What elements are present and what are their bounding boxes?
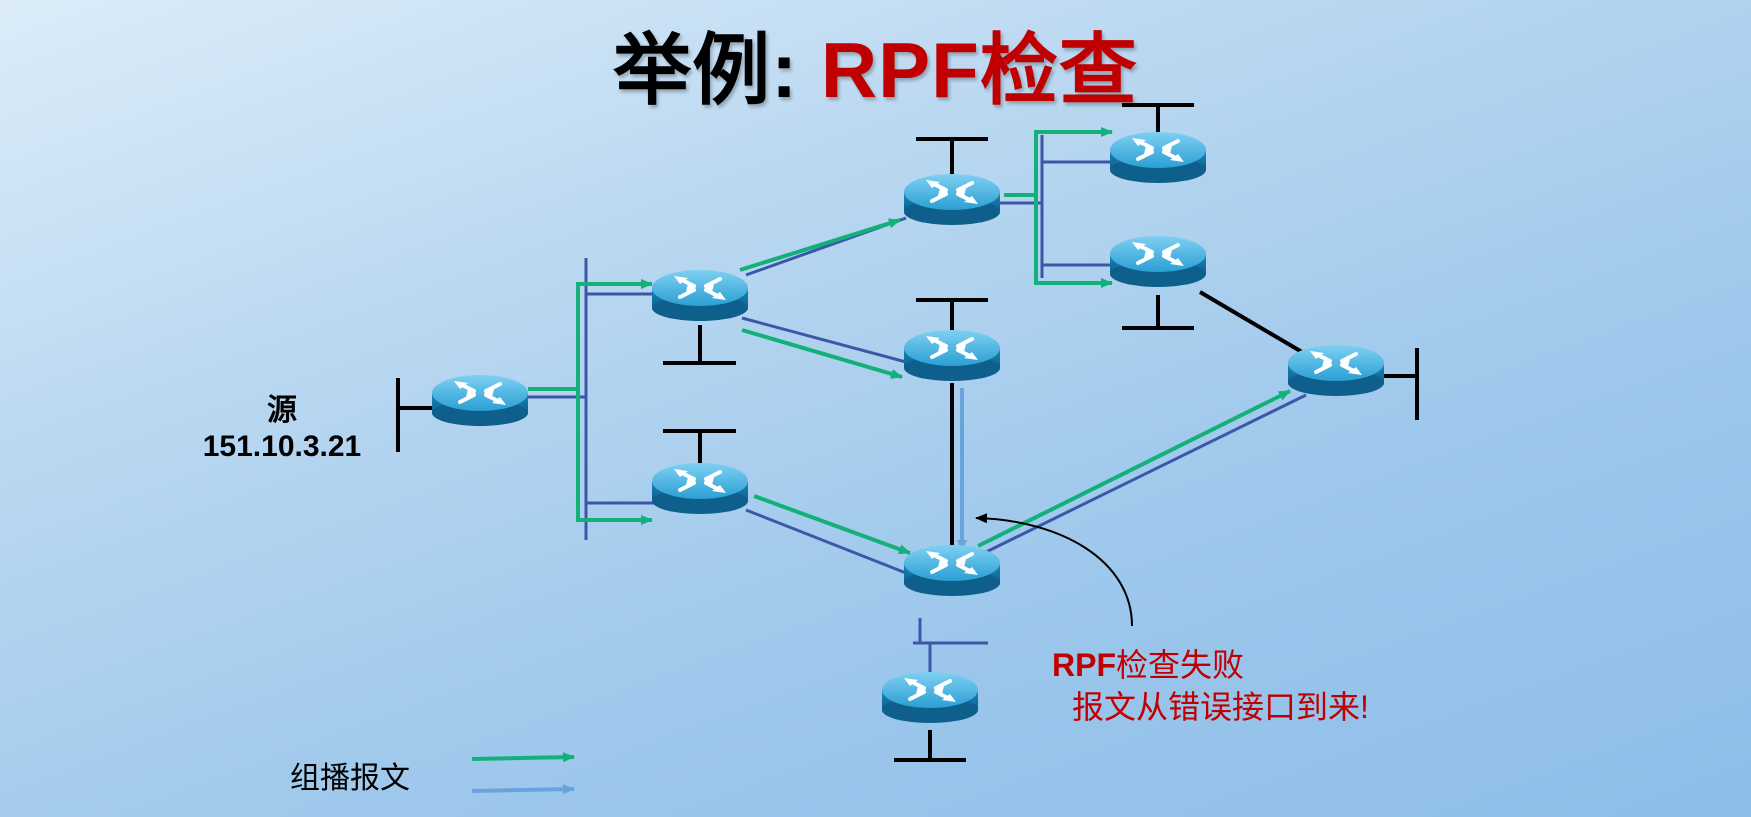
rpf-failure-line1: RPF检查失败 [1052,647,1244,683]
router-icon [650,461,750,516]
rpf-failure-prefix: RPF [1052,647,1116,683]
router-icon [902,543,1002,598]
network-diagram: 源 151.10.3.21 RPF检查失败 报文从错误接口到来! 组播报文 [203,103,1419,795]
source-ip: 151.10.3.21 [203,430,361,463]
router-icon [1108,234,1208,289]
router-icon [902,328,1002,383]
router-icon [880,670,980,725]
legend-multicast-arrow [471,752,575,763]
router-icon [1108,130,1208,185]
rpf-failure-rest: 检查失败 [1116,647,1244,683]
router-icon [902,172,1002,227]
legend-failed-arrow [471,784,575,795]
rpf-failure-line2: 报文从错误接口到来! [1072,689,1369,725]
source-label: 源 [267,394,297,427]
legend-label: 组播报文 [290,762,410,795]
router-icon [1286,343,1386,398]
router-icon [650,268,750,323]
router-icon [430,373,530,428]
